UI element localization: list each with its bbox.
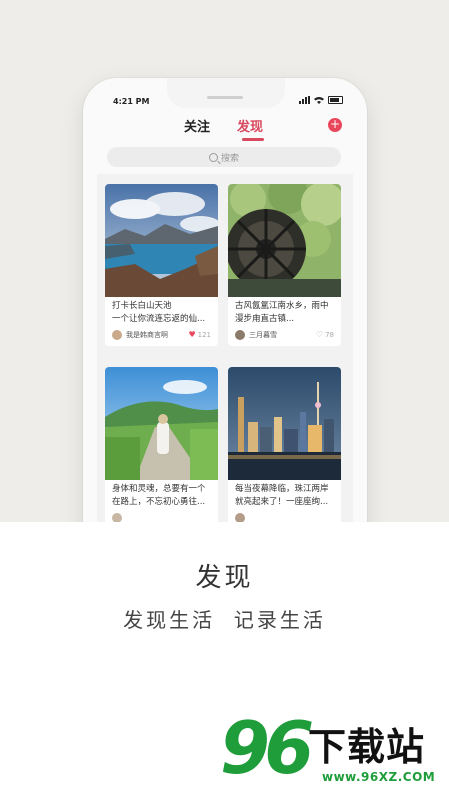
heart-icon: ♡	[315, 330, 324, 339]
feed-card[interactable]: 每当夜幕降临，珠江两岸就亮起来了！一座座绚...	[228, 367, 341, 529]
logo-name: 下载站	[308, 725, 426, 769]
feed-grid: 打卡长白山天池 一个让你流连忘返的仙... 我是韩商言啊 ♥ 121 古风氤氲江…	[97, 174, 353, 578]
card-image-waterwheel	[228, 184, 341, 297]
phone-mockup: 4:21 PM 关注 发现 + 搜索 打卡长白山天池 一个让你流连忘返的仙...…	[83, 78, 367, 578]
feed-card[interactable]: 身体和灵魂，总要有一个在路上，不忘初心勇往...	[105, 367, 218, 529]
active-tab-indicator	[242, 138, 264, 141]
feed-card[interactable]: 打卡长白山天池 一个让你流连忘返的仙... 我是韩商言啊 ♥ 121	[105, 184, 218, 346]
status-icons	[299, 96, 343, 104]
signal-icon	[299, 96, 310, 104]
card-meta: 三月暮雪 ♡ 78	[228, 326, 341, 346]
like-button[interactable]: ♥ 121	[188, 330, 211, 340]
search-icon	[208, 152, 218, 162]
card-image-path	[105, 367, 218, 480]
promo-title: 发现	[195, 563, 254, 593]
search-input[interactable]: 搜索	[107, 147, 341, 167]
battery-icon	[328, 96, 343, 104]
top-tabs: 关注 发现	[83, 116, 367, 141]
logo-url: www.96XZ.COM	[322, 770, 436, 784]
logo-number: 96	[220, 706, 314, 790]
card-image-skyline	[228, 367, 341, 480]
card-caption: 每当夜幕降临，珠江两岸就亮起来了！一座座绚...	[235, 484, 329, 507]
card-caption: 身体和灵魂，总要有一个在路上，不忘初心勇往...	[112, 484, 206, 507]
site-logo: 96 下载站 www.96XZ.COM	[220, 706, 445, 797]
card-author[interactable]: 我是韩商言啊	[126, 330, 188, 340]
tab-follow[interactable]: 关注	[184, 116, 210, 135]
card-author[interactable]: 三月暮雪	[249, 330, 316, 340]
feed-card[interactable]: 古风氤氲江南水乡，雨中漫步甪直古镇... 三月暮雪 ♡ 78	[228, 184, 341, 346]
like-button[interactable]: ♡ 78	[315, 330, 334, 340]
card-meta: 我是韩商言啊 ♥ 121	[105, 326, 218, 346]
like-count: 78	[325, 331, 334, 339]
heart-icon: ♥	[188, 330, 196, 339]
card-image-lake	[105, 184, 218, 297]
promo-section: 发现 发现生活 记录生活 96 下载站 www.96XZ.COM	[0, 522, 449, 800]
speaker-grille	[207, 96, 243, 99]
tab-discover[interactable]: 发现	[237, 116, 263, 135]
card-caption: 打卡长白山天池 一个让你流连忘返的仙...	[112, 301, 206, 324]
card-caption: 古风氤氲江南水乡，雨中漫步甪直古镇...	[235, 301, 329, 324]
search-placeholder: 搜索	[220, 153, 239, 164]
wifi-icon	[314, 97, 324, 104]
phone-notch	[167, 78, 285, 108]
like-count: 121	[197, 331, 211, 339]
promo-subtitle: 发现生活 记录生活	[123, 608, 326, 632]
status-time: 4:21 PM	[113, 97, 150, 106]
avatar[interactable]	[235, 330, 245, 340]
add-button[interactable]: +	[328, 118, 342, 132]
avatar[interactable]	[112, 330, 122, 340]
